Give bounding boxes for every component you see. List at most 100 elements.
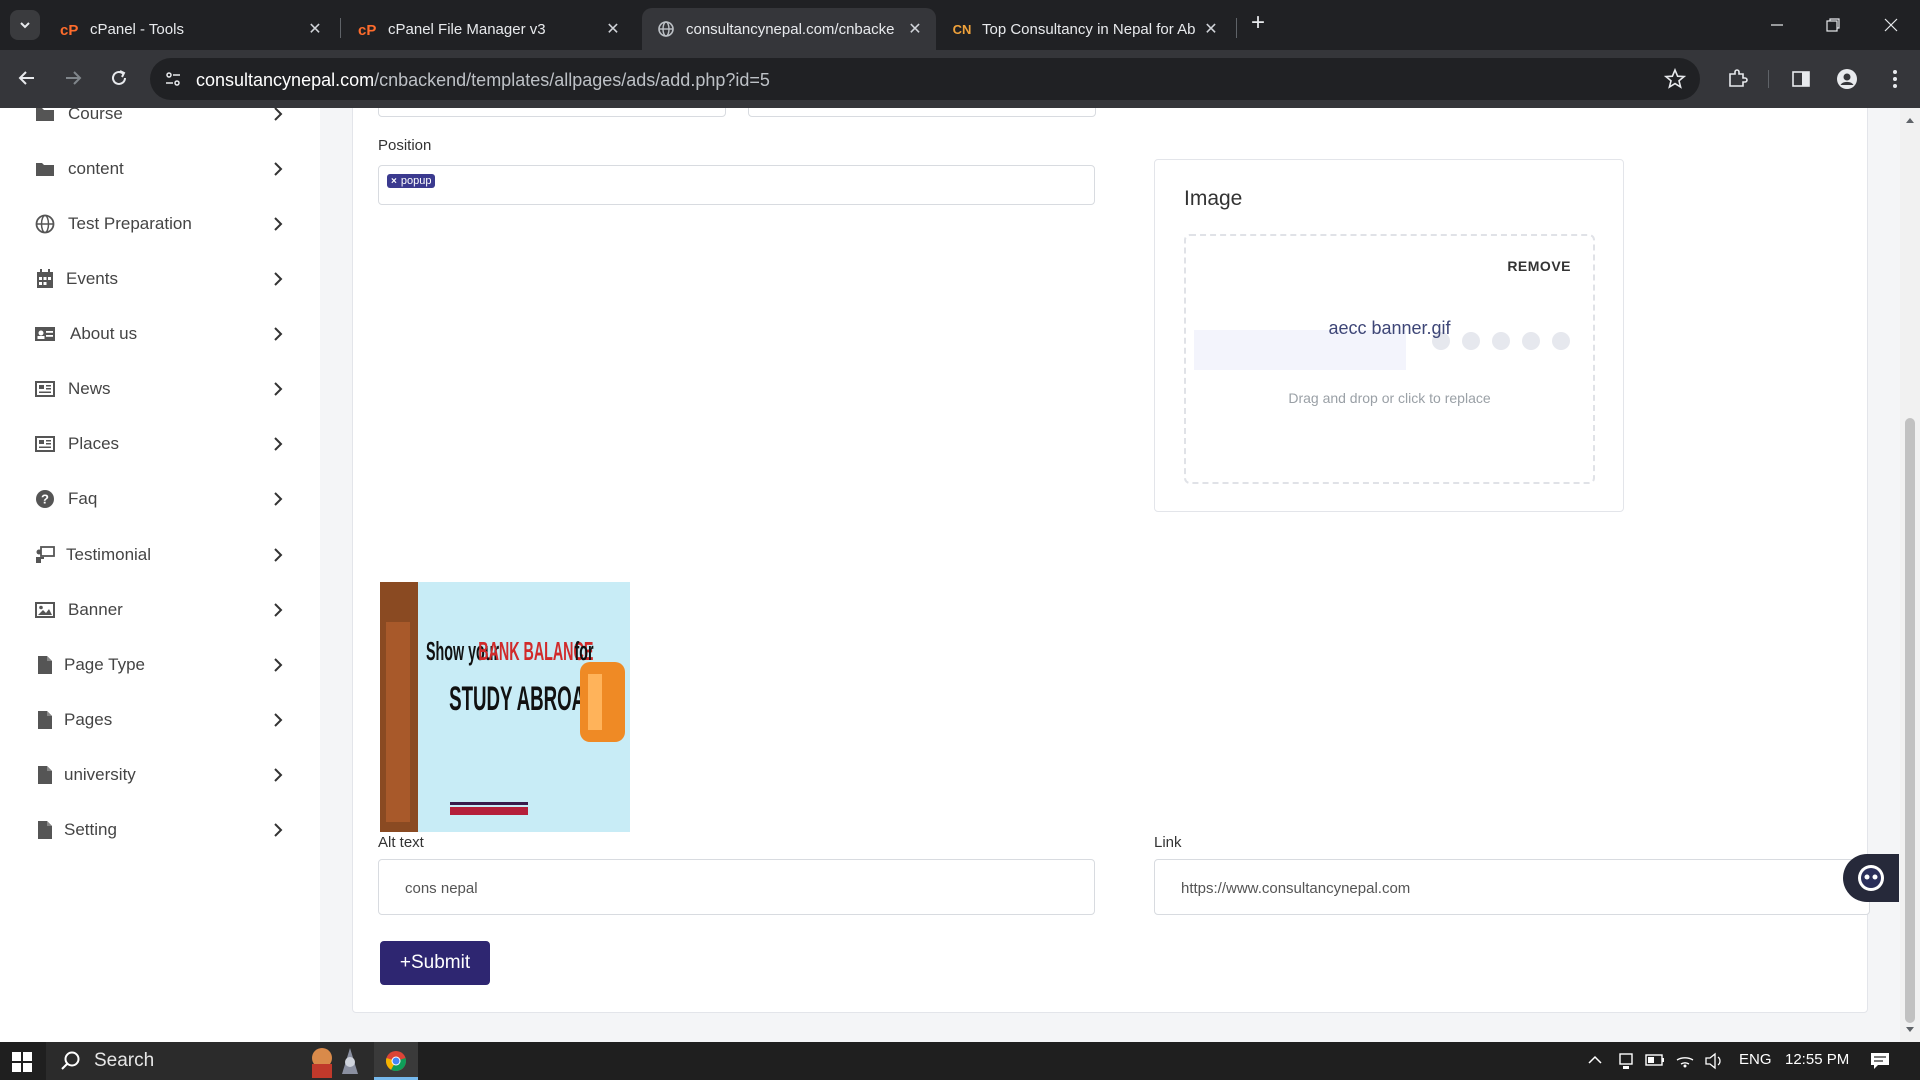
sidebar-item-label: Course <box>68 108 123 123</box>
minimize-button[interactable] <box>1762 10 1792 40</box>
submit-button[interactable]: +Submit <box>380 941 490 985</box>
taskbar-chrome-button[interactable] <box>374 1042 418 1080</box>
sidebar-item-label: About us <box>70 324 138 343</box>
sidebar-item-places[interactable]: Places <box>0 424 320 464</box>
chevron-up-icon[interactable] <box>1588 1054 1602 1066</box>
position-select[interactable]: × popup <box>378 165 1095 205</box>
sidebar-item-university[interactable]: university <box>0 755 320 795</box>
taskbar-search[interactable]: Search <box>46 1042 416 1080</box>
scrollbar-thumb[interactable] <box>1905 418 1915 1023</box>
side-panel-button[interactable] <box>1786 64 1816 94</box>
battery-icon[interactable] <box>1645 1054 1665 1066</box>
reload-button[interactable] <box>104 63 134 93</box>
volume-icon[interactable] <box>1704 1052 1724 1070</box>
chevron-right-icon <box>270 108 286 122</box>
tab-title: cPanel File Manager v3 <box>388 20 546 38</box>
sidebar-item-label: Test Preparation <box>68 214 192 233</box>
person-chalkboard-icon <box>34 544 56 566</box>
forward-button[interactable] <box>58 63 88 93</box>
newspaper-icon <box>34 433 56 455</box>
close-tab-icon[interactable]: ✕ <box>906 20 924 38</box>
file-icon <box>34 764 56 786</box>
remove-tag-icon[interactable]: × <box>391 176 397 187</box>
profile-icon <box>1837 69 1857 89</box>
profile-button[interactable] <box>1832 64 1862 94</box>
search-icon <box>61 1051 80 1070</box>
svg-text:cP: cP <box>358 22 376 37</box>
site-info-icon[interactable] <box>162 68 184 90</box>
tab-cpanel-tools[interactable]: cP cPanel - Tools ✕ <box>46 8 336 50</box>
chevron-right-icon <box>270 602 286 618</box>
chevron-right-icon <box>270 767 286 783</box>
image-upload-card: Image REMOVE aecc banner.gif Drag and dr… <box>1154 159 1624 512</box>
scroll-up-icon[interactable] <box>1905 116 1915 124</box>
wifi-icon[interactable] <box>1676 1052 1694 1068</box>
extensions-button[interactable] <box>1722 64 1752 94</box>
sidebar-item-page-type[interactable]: Page Type <box>0 645 320 685</box>
restore-button[interactable] <box>1818 10 1848 40</box>
toolbar-divider <box>1768 70 1769 88</box>
sidebar-item-label: Pages <box>64 710 113 729</box>
sidebar-item-label: Places <box>68 434 120 453</box>
close-window-button[interactable] <box>1876 10 1906 40</box>
tab-title: cPanel - Tools <box>90 20 184 38</box>
new-tab-button[interactable]: + <box>1246 11 1270 36</box>
chevron-down-icon <box>20 22 30 29</box>
link-input[interactable]: https://www.consultancynepal.com <box>1154 859 1870 915</box>
tab-divider <box>1236 18 1237 38</box>
sidebar-item-course[interactable]: Course <box>0 108 320 134</box>
chevron-right-icon <box>270 271 286 287</box>
sidebar-item-events[interactable]: Events <box>0 259 320 299</box>
tab-cpanel-file-manager[interactable]: cP cPanel File Manager v3 ✕ <box>344 8 634 50</box>
close-tab-icon[interactable]: ✕ <box>1202 20 1220 38</box>
image-dropzone[interactable]: REMOVE aecc banner.gif Drag and drop or … <box>1184 234 1595 484</box>
clock[interactable]: 12:55 PM <box>1785 1051 1849 1068</box>
address-bar[interactable]: consultancynepal.com/cnbackend/templates… <box>150 58 1700 100</box>
reload-icon <box>112 70 126 85</box>
sidebar-item-news[interactable]: News <box>0 369 320 409</box>
tab-consultancynepal-active[interactable]: consultancynepal.com/cnbacke ✕ <box>642 8 936 50</box>
sidebar-item-banner[interactable]: Banner <box>0 590 320 630</box>
sidebar-item-about-us[interactable]: About us <box>0 314 320 354</box>
tab-title: Top Consultancy in Nepal for Ab <box>982 20 1196 38</box>
top-input-field-1[interactable] <box>378 108 726 117</box>
windows-start-button[interactable] <box>12 1052 32 1077</box>
back-button[interactable] <box>12 63 42 93</box>
sidebar-item-label: Page Type <box>64 655 145 674</box>
tab-search-button[interactable] <box>10 10 40 40</box>
sidebar-item-label: News <box>68 379 111 398</box>
sidebar-item-testimonial[interactable]: Testimonial <box>0 535 320 575</box>
chat-widget-button[interactable] <box>1843 854 1899 902</box>
cpanel-icon: cP <box>358 19 378 39</box>
close-tab-icon[interactable]: ✕ <box>306 20 324 38</box>
language-indicator[interactable]: ENG <box>1739 1051 1772 1068</box>
link-label: Link <box>1154 834 1182 851</box>
sidebar-item-content[interactable]: content <box>0 149 320 189</box>
alt-text-input[interactable]: cons nepal <box>378 859 1095 915</box>
chevron-right-icon <box>270 161 286 177</box>
close-tab-icon[interactable]: ✕ <box>604 20 622 38</box>
sidebar-item-faq[interactable]: ? Faq <box>0 479 320 519</box>
browser-toolbar: consultancynepal.com/cnbackend/templates… <box>0 50 1920 108</box>
scroll-down-icon[interactable] <box>1905 1026 1915 1034</box>
meet-now-icon[interactable] <box>1618 1052 1634 1070</box>
tab-title: consultancynepal.com/cnbacke <box>686 20 895 38</box>
tab-top-consultancy[interactable]: CN Top Consultancy in Nepal for Ab ✕ <box>938 8 1232 50</box>
chevron-right-icon <box>270 547 286 563</box>
minimize-icon <box>1771 24 1783 26</box>
browser-menu-button[interactable] <box>1880 64 1910 94</box>
chevron-right-icon <box>270 657 286 673</box>
sidebar-item-setting[interactable]: Setting <box>0 810 320 850</box>
page-scrollbar[interactable] <box>1900 108 1920 1042</box>
file-icon <box>34 654 56 676</box>
notification-icon[interactable] <box>1870 1052 1890 1070</box>
top-input-field-2[interactable] <box>748 108 1096 117</box>
remove-image-button[interactable]: REMOVE <box>1507 258 1571 274</box>
position-tag[interactable]: × popup <box>387 174 436 188</box>
bookmark-star-icon[interactable] <box>1663 67 1687 90</box>
position-tag-label: popup <box>400 175 432 187</box>
sidebar-item-pages[interactable]: Pages <box>0 700 320 740</box>
sidebar-item-test-preparation[interactable]: Test Preparation <box>0 204 320 244</box>
file-icon <box>34 709 56 731</box>
chat-bot-icon <box>1858 865 1884 891</box>
